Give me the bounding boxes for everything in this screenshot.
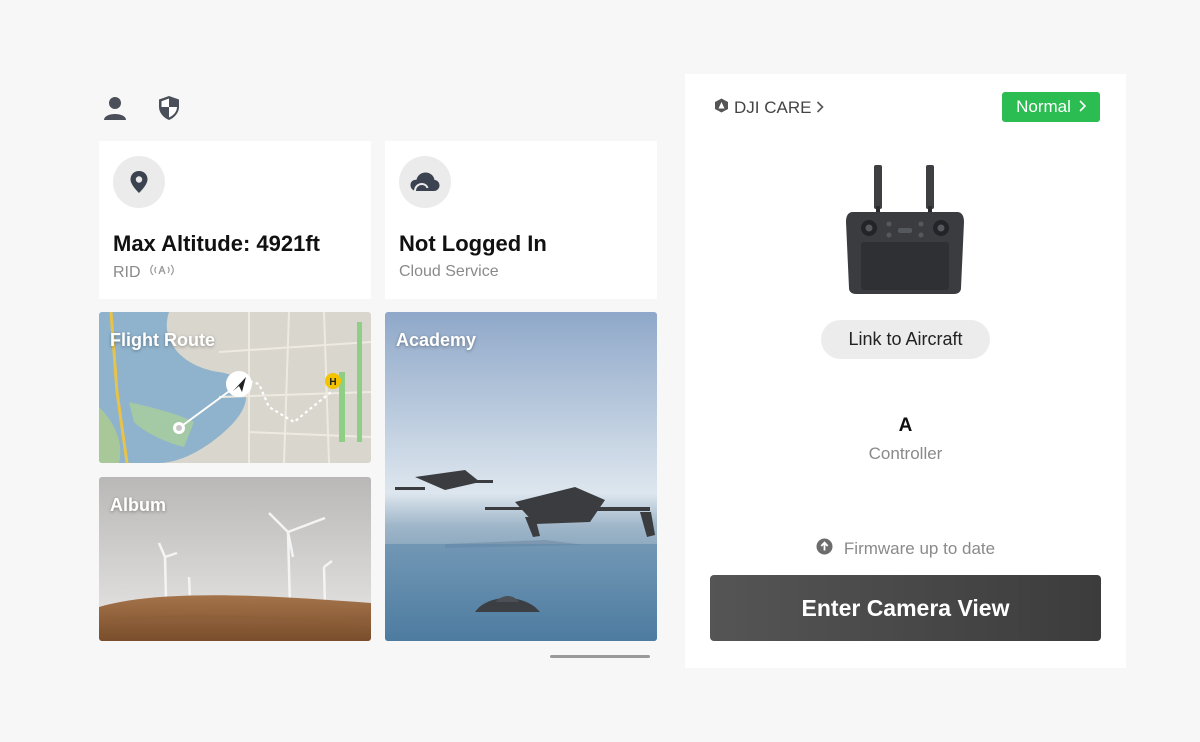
cloud-service-label: Cloud Service (399, 263, 499, 280)
login-status-title: Not Logged In (399, 231, 547, 256)
remote-id-broadcast-icon (149, 263, 175, 282)
status-label: Normal (1016, 97, 1071, 116)
person-icon[interactable] (101, 94, 129, 122)
album-label: Album (110, 495, 166, 515)
dji-care-icon (714, 98, 729, 118)
chevron-right-icon (1079, 97, 1087, 117)
max-altitude-title: Max Altitude: 4921ft (113, 231, 321, 256)
remote-controller-image (843, 162, 967, 301)
location-pin-icon (113, 156, 165, 208)
drone-photo (385, 312, 657, 641)
dji-care-link[interactable]: DJI CARE (714, 98, 825, 118)
controller-label: Controller (868, 444, 943, 463)
academy-label: Academy (396, 330, 477, 350)
academy-tile[interactable]: Academy (385, 312, 657, 641)
flight-route-label: Flight Route (110, 330, 215, 350)
enter-camera-view-button[interactable]: Enter Camera View (710, 575, 1101, 641)
firmware-status: Firmware up to date (685, 538, 1126, 560)
max-altitude-card[interactable]: Max Altitude: 4921ft RID (99, 141, 371, 299)
album-tile[interactable]: Album (99, 477, 371, 641)
upload-arrow-icon (816, 538, 833, 560)
cloud-service-card[interactable]: Not Logged In Cloud Service (385, 141, 657, 299)
dji-care-label: DJI CARE (734, 98, 812, 117)
controller-letter: A (898, 415, 913, 436)
rid-label: RID (113, 263, 141, 281)
link-to-aircraft-button[interactable]: Link to Aircraft (821, 320, 990, 359)
page-scroll-indicator (550, 655, 650, 658)
svg-text:H: H (329, 377, 336, 388)
flight-route-tile[interactable]: H Flight Route (99, 312, 371, 463)
status-badge[interactable]: Normal (1002, 92, 1100, 122)
cloud-icon (399, 156, 451, 208)
chevron-right-icon (816, 98, 825, 118)
shield-icon[interactable] (155, 94, 183, 122)
device-panel: DJI CARE Normal Link to Aircraft A Contr… (685, 74, 1126, 668)
firmware-status-label: Firmware up to date (843, 539, 996, 558)
